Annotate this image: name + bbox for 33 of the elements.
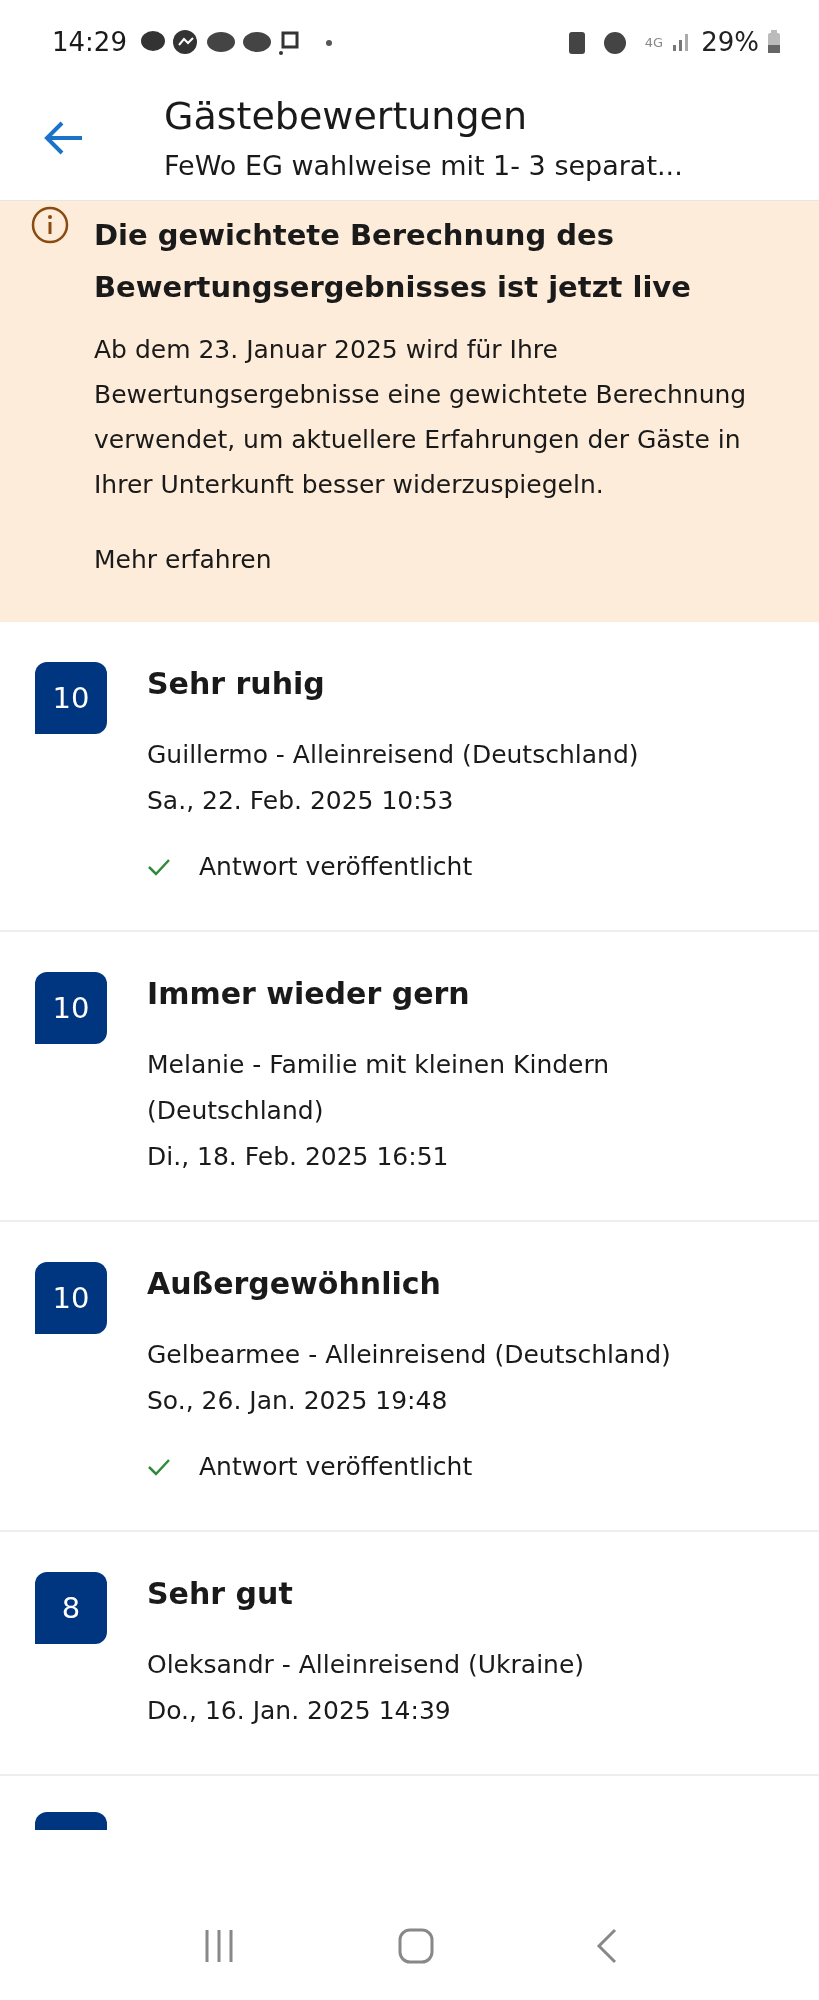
score-badge: 10 — [35, 1262, 107, 1334]
review-date: Sa., 22. Feb. 2025 10:53 — [147, 785, 455, 817]
status-time: 14:29 — [52, 27, 127, 57]
guest-info: Melanie - Familie mit kleinen Kindern (Deutschland) — [147, 1049, 611, 1127]
review-date: Do., 16. Jan. 2025 14:39 — [147, 1695, 452, 1727]
back-arrow-icon[interactable] — [44, 120, 84, 156]
score-badge: 10 — [35, 972, 107, 1044]
review-date: So., 26. Jan. 2025 19:48 — [147, 1385, 449, 1417]
battery-icon — [767, 30, 781, 54]
review-title[interactable]: Sehr gut — [147, 1572, 585, 1616]
score-badge: 10 — [35, 662, 107, 734]
page-subtitle: FeWo EG wahlweise mit 1- 3 separat... — [164, 149, 683, 183]
review-title[interactable]: Immer wieder gern — [147, 972, 789, 1016]
score-badge: 8 — [35, 1572, 107, 1644]
learn-more-link[interactable]: Mehr erfahren — [94, 537, 272, 582]
guest-info: Gelbearmee - Alleinreisend (Deutschland) — [147, 1339, 671, 1371]
review-title[interactable]: Sehr ruhig — [147, 662, 639, 706]
page-title: Gästebewertungen — [164, 93, 529, 140]
banner-text: Ab dem 23. Januar 2025 wird für Ihre Bewertungsergebnisse eine gewichtete Berechnung verwendet, um aktuellere Erfahrungen der Gäste in Ihrer Unterkunft besser widerzuspiegeln. — [94, 334, 748, 501]
checkmark-icon — [147, 858, 171, 876]
guest-info: Guillermo - Alleinreisend (Deutschland) — [147, 739, 639, 771]
review-title[interactable]: Außergewöhnlich — [147, 1262, 671, 1306]
checkmark-icon — [147, 1458, 171, 1476]
banner-heading: Die gewichtete Berechnung des Bewertungsergebnisses ist jetzt live — [94, 217, 692, 306]
reply-status: Antwort veröffentlicht — [199, 851, 473, 883]
battery-percent: 29% — [701, 27, 759, 57]
info-icon — [30, 205, 70, 245]
reply-status: Antwort veröffentlicht — [199, 1451, 473, 1483]
review-date: Di., 18. Feb. 2025 16:51 — [147, 1141, 450, 1173]
back-icon[interactable] — [594, 1928, 619, 1964]
guest-info: Oleksandr - Alleinreisend (Ukraine) — [147, 1649, 585, 1681]
home-icon[interactable] — [397, 1928, 434, 1964]
network-type: 4G — [644, 35, 664, 49]
